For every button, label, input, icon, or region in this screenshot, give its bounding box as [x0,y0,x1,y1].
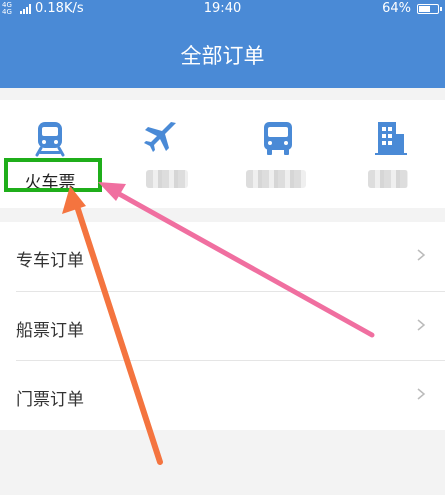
battery-percent: 64% [382,1,411,16]
chevron-right-icon [417,388,426,400]
page-title: 全部订单 [180,44,265,68]
list-item-label: 专车订单 [16,251,84,271]
bus-icon [264,122,292,155]
list-item-label: 门票订单 [16,390,84,410]
list-item-label: 船票订单 [16,321,84,341]
category-train-label: 火车票 [24,173,76,193]
list-item-ship-orders[interactable]: 船票订单 [0,292,445,361]
category-bus[interactable] [228,100,328,208]
order-list: 专车订单 船票订单 门票订单 [0,222,445,430]
category-hotel[interactable] [340,100,440,208]
category-flight-label [146,170,188,188]
battery-icon [417,3,442,14]
list-item-car-orders[interactable]: 专车订单 [0,222,445,291]
category-hotel-label [368,170,408,188]
train-icon [35,122,65,157]
list-item-ticket-orders[interactable]: 门票订单 [0,361,445,430]
category-bus-label [246,170,306,188]
chevron-right-icon [417,319,426,331]
status-bar: 4G 4G 0.18K/s 19:40 64% [0,0,445,20]
airplane-icon [144,122,176,152]
hotel-icon [375,122,407,155]
chevron-right-icon [417,249,426,261]
category-train[interactable]: 火车票 [0,100,100,208]
category-flight[interactable] [110,100,210,208]
app-header: 4G 4G 0.18K/s 19:40 64% 全部订单 [0,0,445,88]
status-right: 64% [382,1,442,16]
status-time: 19:40 [203,1,242,16]
category-bar: 火车票 [0,100,445,208]
